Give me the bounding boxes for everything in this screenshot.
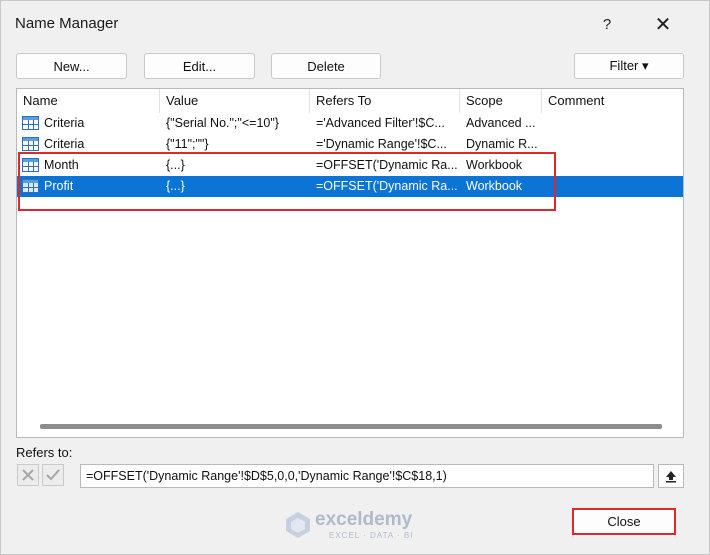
row-refers-to: ='Advanced Filter'!$C... xyxy=(316,116,445,130)
row-scope: Advanced ... xyxy=(466,116,536,130)
help-button[interactable]: ? xyxy=(592,11,622,37)
delete-button[interactable]: Delete xyxy=(271,53,381,79)
scrollbar-thumb[interactable] xyxy=(40,424,662,429)
list-item[interactable]: Criteria {"Serial No.";"<=10"} ='Advance… xyxy=(17,113,683,134)
watermark-tagline: EXCEL · DATA · BI xyxy=(329,531,414,540)
x-icon xyxy=(22,469,34,481)
refers-to-input[interactable]: =OFFSET('Dynamic Range'!$D$5,0,0,'Dynami… xyxy=(80,464,654,488)
exceldemy-watermark: exceldemy EXCEL · DATA · BI xyxy=(285,509,435,541)
collapse-arrow-icon xyxy=(666,471,676,483)
column-header-comment[interactable]: Comment xyxy=(542,89,683,113)
new-button[interactable]: New... xyxy=(16,53,127,79)
row-comment xyxy=(548,113,678,134)
refers-to-label: Refers to: xyxy=(16,445,73,460)
row-value: {"Serial No.";"<=10"} xyxy=(166,116,279,130)
row-comment xyxy=(548,155,678,176)
row-comment xyxy=(548,134,678,155)
named-range-icon xyxy=(22,116,39,130)
row-comment xyxy=(548,176,678,197)
close-window-button[interactable]: ✕ xyxy=(648,11,678,37)
name-manager-dialog: Name Manager ? ✕ New... Edit... Delete F… xyxy=(0,0,710,555)
annotation-highlight-box xyxy=(18,152,556,211)
cancel-edit-button[interactable] xyxy=(17,464,39,486)
row-name: Criteria xyxy=(44,116,85,130)
names-list[interactable]: Name Value Refers To Scope Comment Crite… xyxy=(16,88,684,438)
column-header-value[interactable]: Value xyxy=(160,89,310,113)
column-header-name[interactable]: Name xyxy=(17,89,160,113)
column-header-refers-to[interactable]: Refers To xyxy=(310,89,460,113)
exceldemy-logo-icon xyxy=(286,512,310,538)
watermark-name: exceldemy xyxy=(315,509,413,530)
edit-button[interactable]: Edit... xyxy=(144,53,255,79)
named-range-icon xyxy=(22,137,39,151)
collapse-dialog-button[interactable] xyxy=(658,464,684,488)
filter-button[interactable]: Filter ▾ xyxy=(574,53,684,79)
confirm-edit-button[interactable] xyxy=(42,464,64,486)
dialog-title: Name Manager xyxy=(15,15,119,32)
column-header-scope[interactable]: Scope xyxy=(460,89,542,113)
checkmark-icon xyxy=(46,469,60,481)
horizontal-scrollbar[interactable] xyxy=(18,417,682,435)
list-header: Name Value Refers To Scope Comment xyxy=(17,89,683,113)
close-button[interactable]: Close xyxy=(572,508,676,535)
